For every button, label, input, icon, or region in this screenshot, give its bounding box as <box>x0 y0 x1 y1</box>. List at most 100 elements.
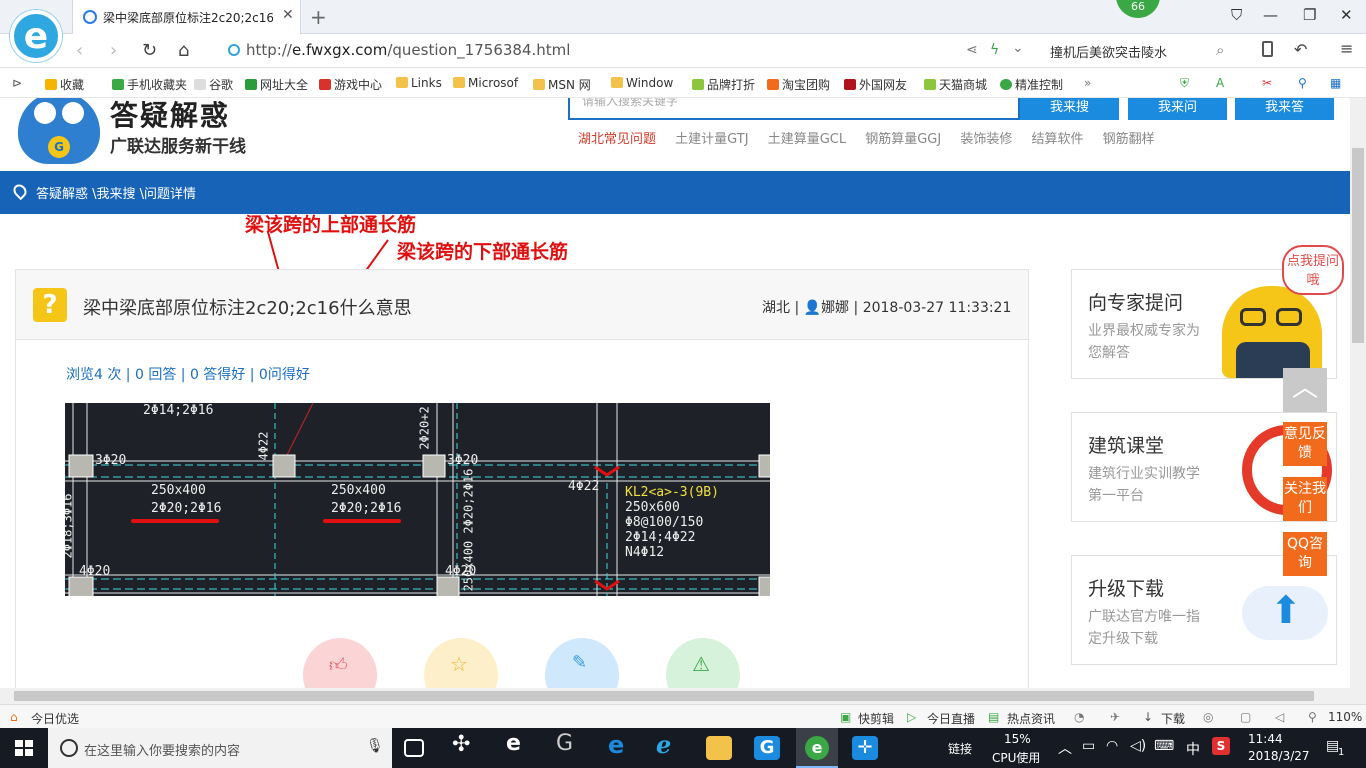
clock-time[interactable]: 11:44 <box>1248 732 1283 746</box>
search-icon[interactable]: ⌕ <box>1216 41 1224 59</box>
battery-icon[interactable]: ▭ <box>1082 738 1095 754</box>
menu-icon[interactable]: ≡ <box>1340 39 1353 58</box>
glodon-icon[interactable]: G <box>754 736 780 760</box>
close-tab-icon[interactable]: ✕ <box>282 7 294 23</box>
site-search-input[interactable]: 请输入搜索关键字 <box>568 98 1020 120</box>
site-logo-title[interactable]: 答疑解惑 <box>110 98 230 134</box>
magnifier-icon[interactable]: ⚲ <box>1298 76 1307 90</box>
edge-icon[interactable]: e <box>608 731 634 759</box>
category-link[interactable]: 装饰装修 <box>960 132 1012 147</box>
answer-button[interactable]: 我来答 <box>1235 98 1334 120</box>
bookmark-item[interactable]: Microsof <box>453 76 518 90</box>
url-field[interactable]: http://e.fwxgx.com/question_1756384.html <box>246 41 570 59</box>
restore-button[interactable]: ❐ <box>1303 6 1316 24</box>
status-left-label[interactable]: 今日优选 <box>31 710 79 727</box>
bookmark-item[interactable]: 收藏 <box>45 76 84 93</box>
ask-bubble[interactable]: 点我提问哦 <box>1282 245 1344 295</box>
status-item[interactable]: 下载 <box>1161 710 1185 727</box>
chevron-down-icon[interactable]: ⌄ <box>1012 40 1024 56</box>
category-link[interactable]: 土建算量GCL <box>768 132 846 147</box>
speaker-icon[interactable]: ◁) <box>1130 738 1146 754</box>
microphone-icon[interactable]: 🎙︎ <box>366 738 384 754</box>
shirt-icon[interactable]: ⛉ <box>1231 6 1242 24</box>
category-link[interactable]: 土建计量GTJ <box>675 132 748 147</box>
speed-icon[interactable]: ◔ <box>1074 710 1084 724</box>
grid-icon[interactable]: ▦ <box>1330 76 1341 90</box>
windows-start-icon[interactable] <box>15 740 33 756</box>
folder-icon[interactable] <box>706 736 732 760</box>
status-item[interactable]: 热点资讯 <box>1007 710 1055 727</box>
bookmark-item[interactable]: 手机收藏夹 <box>112 76 187 93</box>
task-view-icon[interactable] <box>404 739 424 757</box>
like-button[interactable]: 👍︎ <box>303 638 377 688</box>
close-window-button[interactable]: ✕ <box>1340 6 1353 24</box>
feedback-button[interactable]: 意见反馈 <box>1283 422 1327 466</box>
minimize-button[interactable]: — <box>1263 6 1278 24</box>
vertical-scrollbar[interactable] <box>1350 98 1366 688</box>
browser-mini-icon[interactable]: ◎ <box>1203 710 1213 724</box>
follow-button[interactable]: 关注我们 <box>1283 477 1327 521</box>
scissors-icon[interactable]: ✂ <box>1262 76 1272 90</box>
sogou-icon[interactable]: S <box>1212 737 1230 755</box>
hot-search-text[interactable]: 撞机后美欲突击陵水 <box>1050 42 1167 61</box>
undo-icon[interactable]: ↶ <box>1294 40 1307 59</box>
score-badge[interactable]: 66 <box>1116 0 1160 18</box>
bookmark-item[interactable]: Window <box>611 76 673 90</box>
new-tab-button[interactable]: + <box>310 5 327 29</box>
bookmark-item[interactable]: 谷歌 <box>194 76 233 93</box>
bookmark-item[interactable]: 网址大全 <box>245 76 308 93</box>
ie-icon[interactable]: ℯ <box>656 731 682 759</box>
wifi-icon[interactable]: ◠ <box>1106 738 1118 754</box>
question-user[interactable]: 娜娜 <box>821 300 849 316</box>
share-icon[interactable]: ⋖ <box>966 42 978 58</box>
bookmark-item[interactable]: 品牌打折 <box>692 76 755 93</box>
horizontal-scrollbar[interactable] <box>0 688 1366 704</box>
category-link[interactable]: 结算软件 <box>1032 132 1084 147</box>
question-region[interactable]: 湖北 <box>762 300 790 316</box>
taskbar-search[interactable]: 在这里输入你要搜索的内容 🎙︎ <box>48 728 392 768</box>
share-button[interactable]: ✎ <box>545 638 619 688</box>
category-link[interactable]: 湖北常见问题 <box>578 132 656 147</box>
forward-button[interactable]: › <box>110 40 117 61</box>
status-item[interactable]: 快剪辑 <box>858 710 894 727</box>
bookmark-item[interactable]: 天猫商城 <box>924 76 987 93</box>
category-link[interactable]: 钢筋算量GGJ <box>865 132 941 147</box>
clock-date[interactable]: 2018/3/27 <box>1248 749 1310 763</box>
browser-tab[interactable]: 梁中梁底部原位标注2c20;2c16什 ✕ <box>72 0 301 34</box>
zoom-level[interactable]: 110% <box>1328 710 1362 724</box>
bookmark-item[interactable]: Links <box>396 76 442 90</box>
back-button[interactable]: ‹ <box>76 40 83 61</box>
active-browser-task[interactable]: e <box>796 728 838 768</box>
bookmark-item[interactable]: 精准控制 <box>1000 76 1063 93</box>
browser-logo-icon[interactable]: e <box>10 10 62 62</box>
scroll-thumb[interactable] <box>1352 148 1364 343</box>
sidebar-toggle-icon[interactable]: ⊳ <box>12 76 22 90</box>
home-button[interactable]: ⌂ <box>178 40 189 61</box>
volume-icon[interactable]: ◁ <box>1275 710 1284 724</box>
breadcrumb[interactable]: 答疑解惑 \我来搜 \问题详情 <box>36 183 196 202</box>
ask-button[interactable]: 我来问 <box>1128 98 1227 120</box>
fan-app-icon[interactable]: ✣ <box>452 732 478 757</box>
window-icon[interactable]: ▢ <box>1240 710 1251 724</box>
report-button[interactable]: ⚠ <box>666 638 740 688</box>
lightning-icon[interactable]: ϟ <box>990 42 999 58</box>
status-item[interactable]: 今日直播 <box>927 710 975 727</box>
qq-consult-button[interactable]: QQ咨询 <box>1283 532 1327 576</box>
tray-link-label[interactable]: 链接 <box>948 740 972 757</box>
bookmark-item[interactable]: 淘宝团购 <box>767 76 830 93</box>
search-button[interactable]: 我来搜 <box>1020 98 1119 120</box>
bookmark-item[interactable]: 外国网友 <box>844 76 907 93</box>
ime-indicator[interactable]: 中 <box>1186 739 1200 759</box>
favorite-button[interactable]: ☆ <box>424 638 498 688</box>
category-link[interactable]: 钢筋翻样 <box>1103 132 1155 147</box>
shield-icon[interactable]: ⛨ <box>1180 76 1189 91</box>
translate-icon[interactable]: A <box>1216 76 1224 90</box>
refresh-button[interactable]: ↻ <box>142 40 157 61</box>
zoom-icon[interactable]: ⚲ <box>1308 710 1317 724</box>
app-g-icon[interactable]: G <box>556 731 582 756</box>
phone-icon[interactable] <box>1262 41 1273 57</box>
keyboard-icon[interactable]: ⌨ <box>1154 738 1174 754</box>
browser-e-icon[interactable]: e <box>506 731 532 756</box>
teamviewer-icon[interactable]: ✛ <box>852 736 878 760</box>
more-bookmarks-icon[interactable]: » <box>1084 76 1091 90</box>
